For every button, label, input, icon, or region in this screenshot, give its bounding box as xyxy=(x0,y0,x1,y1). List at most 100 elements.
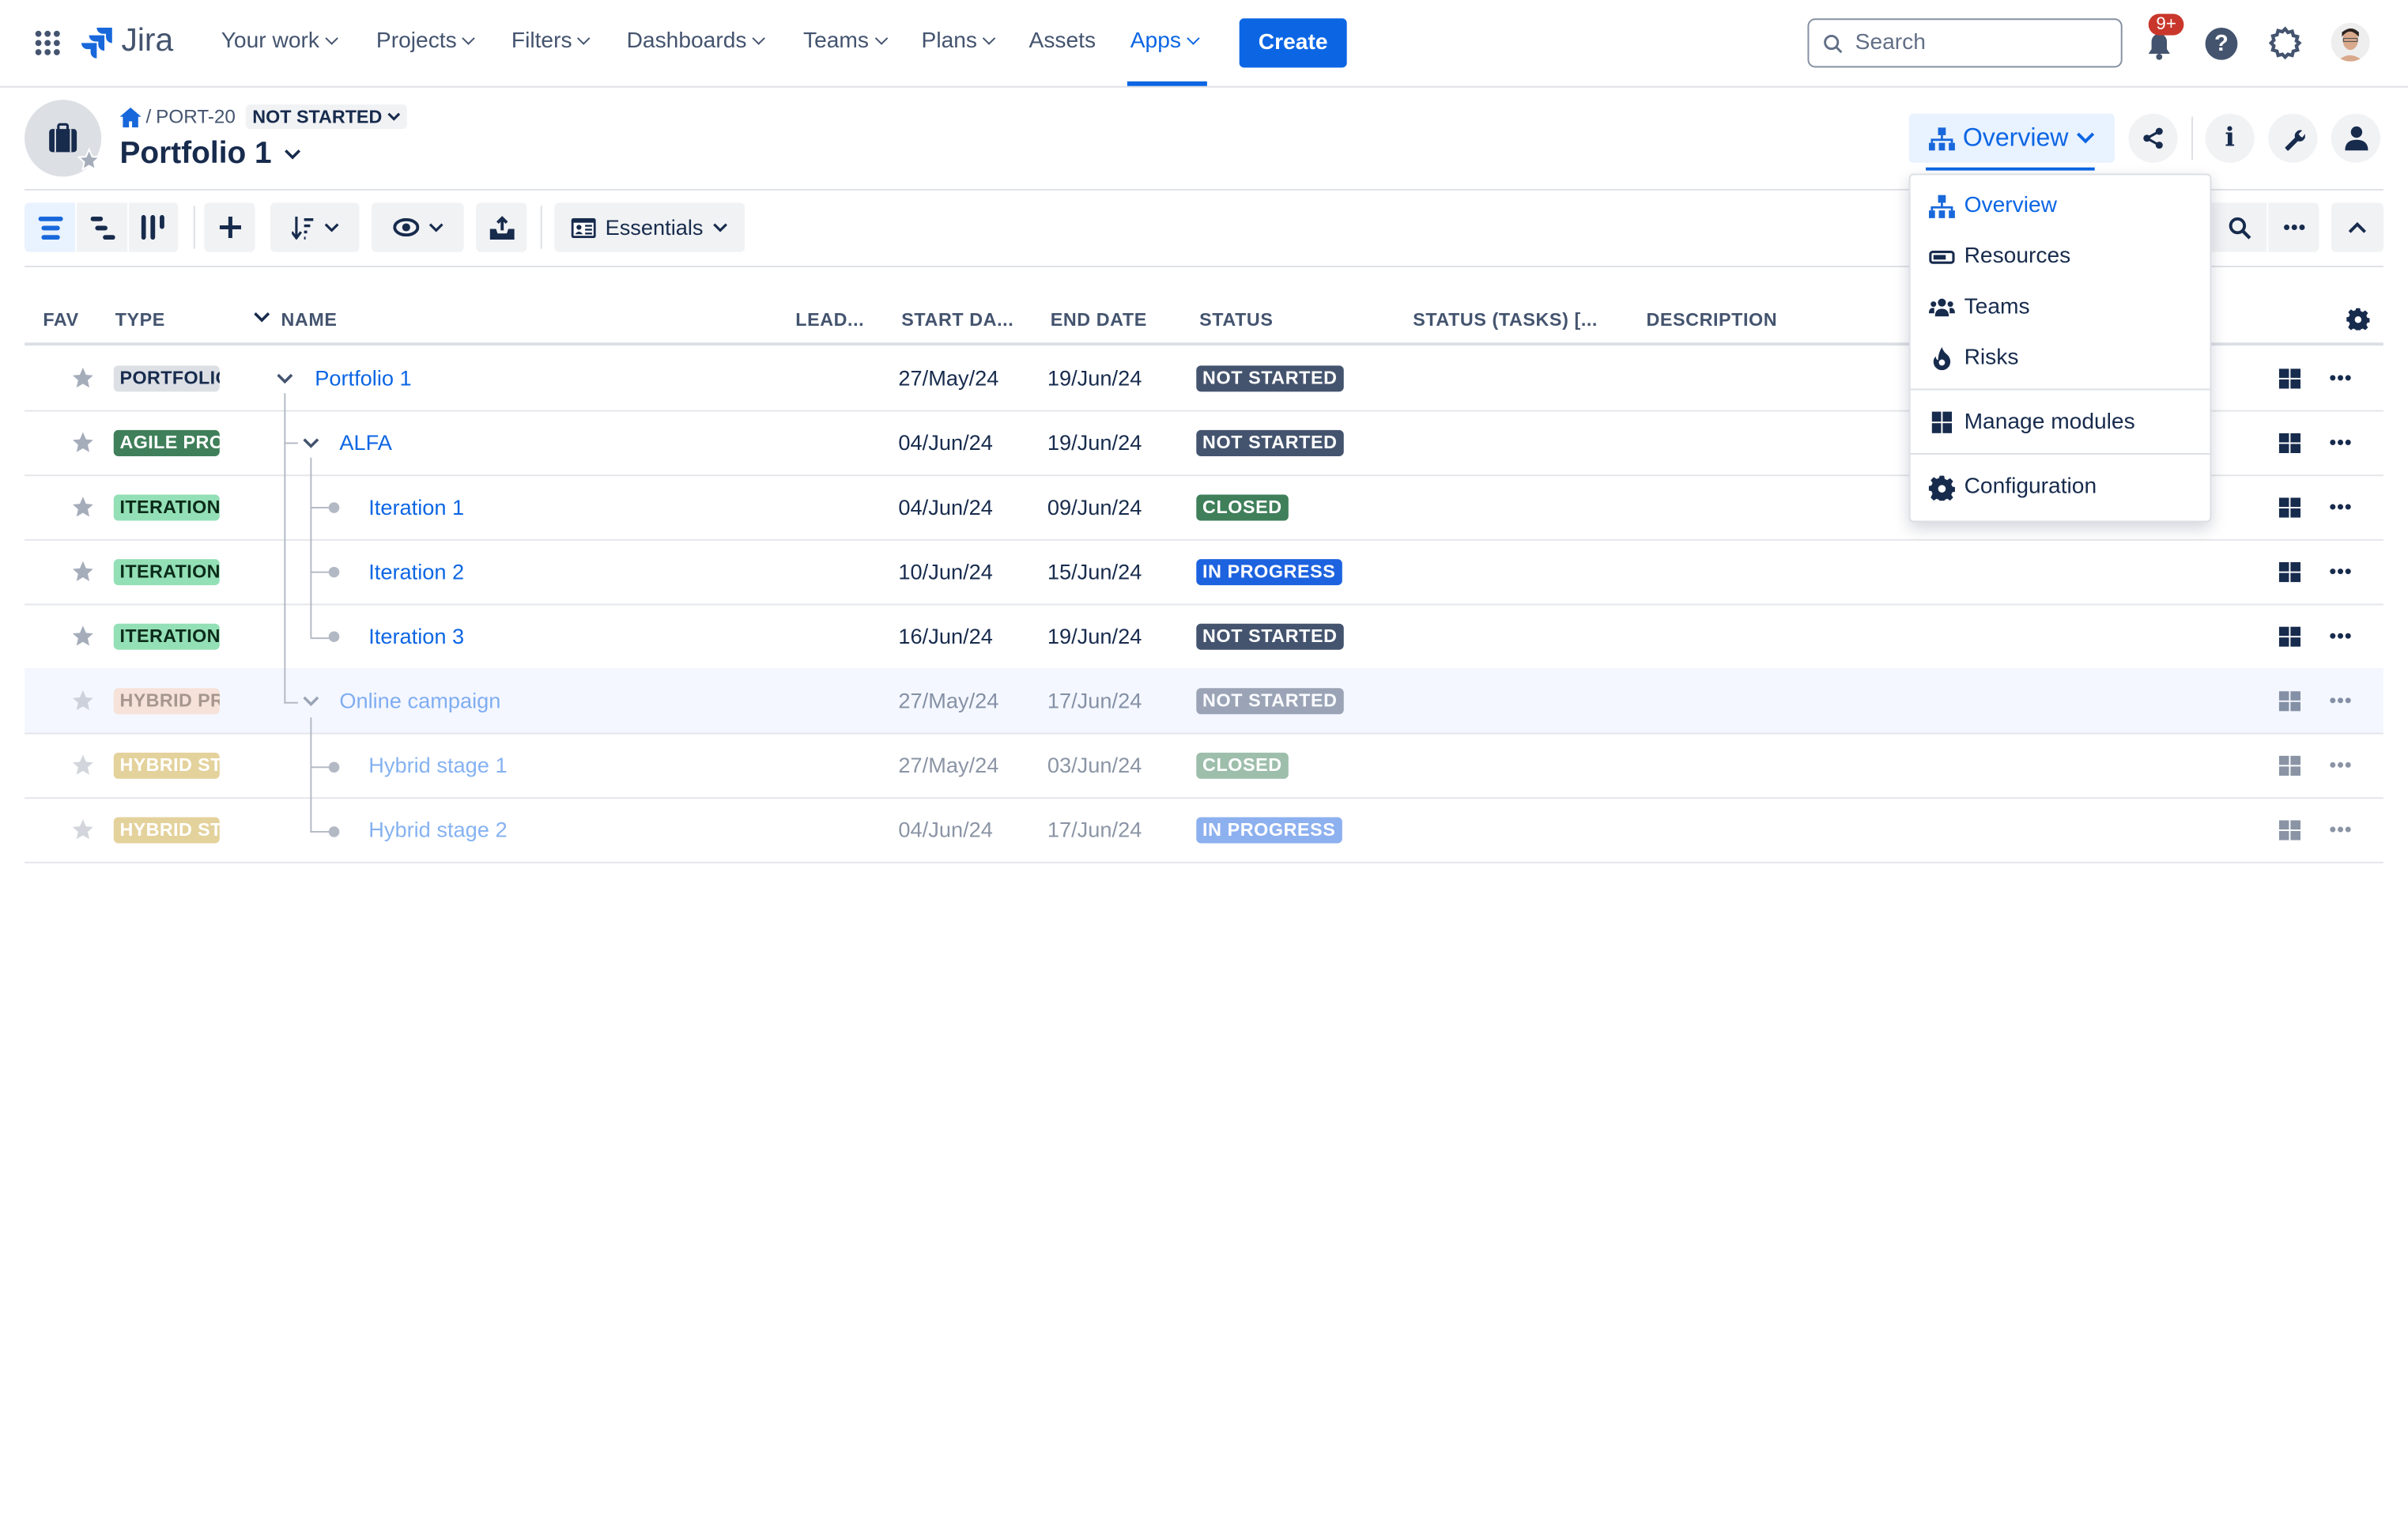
status-dropdown[interactable]: NOT STARTED xyxy=(246,104,407,130)
help-icon[interactable]: ? xyxy=(2205,27,2238,60)
gantt-view-toggle[interactable] xyxy=(77,202,128,252)
table-row[interactable]: ITERATION Iteration 2 10/Jun/24 15/Jun/24 IN… xyxy=(25,539,2383,606)
share-button[interactable] xyxy=(2128,113,2178,163)
notifications-button[interactable]: 9+ xyxy=(2142,13,2184,62)
list-view-toggle[interactable] xyxy=(25,202,76,252)
item-name-link[interactable]: Online campaign xyxy=(339,688,500,712)
status-lozenge[interactable]: NOT STARTED xyxy=(1196,365,1344,391)
favorite-star-icon[interactable] xyxy=(70,797,95,862)
favorite-star-icon[interactable] xyxy=(70,603,95,668)
table-row[interactable]: HYBRID PROJ Online campaign 27/May/24 17/Ju… xyxy=(25,668,2383,735)
column-header-status-tasks[interactable]: STATUS (TASKS) [... xyxy=(1413,308,1598,330)
app-switcher-icon[interactable] xyxy=(34,29,62,57)
status-lozenge[interactable]: NOT STARTED xyxy=(1196,687,1344,714)
row-more-icon[interactable] xyxy=(2330,410,2351,475)
menu-item-configuration[interactable]: Configuration xyxy=(1928,471,2097,502)
board-view-toggle[interactable] xyxy=(129,202,179,252)
item-name-link[interactable]: Hybrid stage 2 xyxy=(368,817,507,841)
create-button[interactable]: Create xyxy=(1239,18,1347,68)
table-row[interactable]: ITERATION Iteration 3 16/Jun/24 19/Jun/24 NO… xyxy=(25,603,2383,670)
table-row[interactable]: HYBRID STAGE Hybrid stage 2 04/Jun/24 17/Ju… xyxy=(25,797,2383,863)
row-more-icon[interactable] xyxy=(2330,346,2351,410)
modules-grid-icon[interactable] xyxy=(2278,668,2301,733)
status-lozenge[interactable]: CLOSED xyxy=(1196,493,1289,520)
favorite-star-icon[interactable] xyxy=(70,539,95,604)
status-lozenge[interactable]: NOT STARTED xyxy=(1196,622,1344,649)
menu-item-risks[interactable]: Risks xyxy=(1929,342,2018,373)
modules-grid-icon[interactable] xyxy=(2278,797,2301,862)
column-header-description[interactable]: DESCRIPTION xyxy=(1646,308,1777,330)
column-header-type[interactable]: TYPE xyxy=(115,308,165,330)
status-lozenge[interactable]: IN PROGRESS xyxy=(1196,558,1342,585)
item-name-link[interactable]: ALFA xyxy=(339,430,392,455)
item-name-link[interactable]: Hybrid stage 1 xyxy=(368,753,507,777)
settings-button[interactable] xyxy=(2268,26,2302,67)
column-header-lead[interactable]: LEAD... xyxy=(795,308,864,330)
wrench-button[interactable] xyxy=(2268,113,2318,163)
nav-plans[interactable]: Plans xyxy=(922,29,996,54)
row-more-icon[interactable] xyxy=(2330,603,2351,668)
collapse-all-chevron-icon[interactable] xyxy=(254,312,270,323)
favorite-star-icon[interactable] xyxy=(70,346,95,410)
modules-grid-icon[interactable] xyxy=(2278,474,2301,539)
user-avatar[interactable] xyxy=(2331,23,2370,62)
favorite-star-icon[interactable] xyxy=(70,733,95,798)
nav-filters[interactable]: Filters xyxy=(511,29,591,54)
breadcrumb-issue-key[interactable]: PORT-20 xyxy=(156,106,236,127)
column-header-start-date[interactable]: START DA... xyxy=(901,308,1013,330)
menu-item-teams[interactable]: Teams xyxy=(1928,292,2030,323)
column-header-end-date[interactable]: END DATE xyxy=(1051,308,1147,330)
column-settings-gear-icon[interactable] xyxy=(2346,308,2370,331)
more-actions-button[interactable] xyxy=(2268,202,2319,252)
nav-projects[interactable]: Projects xyxy=(376,29,476,54)
table-row[interactable]: HYBRID STAGE Hybrid stage 1 27/May/24 03/Ju… xyxy=(25,733,2383,799)
column-header-fav[interactable]: FAV xyxy=(43,308,78,330)
favorite-star-icon[interactable] xyxy=(70,410,95,475)
eye-icon xyxy=(392,217,419,237)
row-more-icon[interactable] xyxy=(2330,733,2351,798)
column-header-name[interactable]: NAME xyxy=(281,308,337,330)
search-input[interactable]: Search xyxy=(1807,18,2123,68)
modules-grid-icon[interactable] xyxy=(2278,346,2301,410)
favorite-star-icon[interactable] xyxy=(70,474,95,539)
row-more-icon[interactable] xyxy=(2330,797,2351,862)
menu-item-manage-modules[interactable]: Manage modules xyxy=(1929,407,2135,438)
collapse-button[interactable] xyxy=(2331,202,2383,252)
row-more-icon[interactable] xyxy=(2330,539,2351,604)
nav-assets[interactable]: Assets xyxy=(1029,29,1096,54)
modules-grid-icon[interactable] xyxy=(2278,733,2301,798)
export-button[interactable] xyxy=(476,202,527,252)
menu-item-resources[interactable]: Resources xyxy=(1929,241,2070,272)
favorite-star-icon[interactable] xyxy=(70,668,95,733)
essentials-dropdown[interactable]: Essentials xyxy=(554,202,745,252)
row-more-icon[interactable] xyxy=(2330,668,2351,733)
modules-grid-icon[interactable] xyxy=(2278,410,2301,475)
favorite-star-icon[interactable] xyxy=(77,147,101,179)
status-lozenge[interactable]: IN PROGRESS xyxy=(1196,816,1342,843)
item-name-link[interactable]: Iteration 2 xyxy=(368,559,464,584)
item-name-link[interactable]: Iteration 1 xyxy=(368,495,464,519)
overview-view-button[interactable]: Overview xyxy=(1908,113,2115,163)
nav-teams[interactable]: Teams xyxy=(803,29,888,54)
page-title-dropdown[interactable]: Portfolio 1 xyxy=(120,137,301,172)
item-name-link[interactable]: Iteration 3 xyxy=(368,624,464,648)
info-icon[interactable]: i xyxy=(2205,113,2255,163)
table-search-button[interactable] xyxy=(2211,202,2267,252)
column-header-status[interactable]: STATUS xyxy=(1199,308,1273,330)
status-lozenge[interactable]: CLOSED xyxy=(1196,751,1289,778)
sort-button[interactable] xyxy=(270,202,360,252)
home-icon[interactable] xyxy=(119,107,142,127)
add-button[interactable] xyxy=(204,202,255,252)
status-lozenge[interactable]: NOT STARTED xyxy=(1196,429,1344,455)
nav-apps[interactable]: Apps xyxy=(1130,29,1200,54)
nav-your-work[interactable]: Your work xyxy=(221,29,338,54)
modules-grid-icon[interactable] xyxy=(2278,539,2301,604)
menu-item-overview[interactable]: Overview xyxy=(1928,191,2057,221)
user-button[interactable] xyxy=(2331,113,2381,163)
nav-dashboards[interactable]: Dashboards xyxy=(627,29,766,54)
row-more-icon[interactable] xyxy=(2330,474,2351,539)
visibility-button[interactable] xyxy=(372,202,464,252)
item-name-link[interactable]: Portfolio 1 xyxy=(315,365,411,390)
modules-grid-icon[interactable] xyxy=(2278,603,2301,668)
jira-logo[interactable]: Jira xyxy=(81,23,173,60)
